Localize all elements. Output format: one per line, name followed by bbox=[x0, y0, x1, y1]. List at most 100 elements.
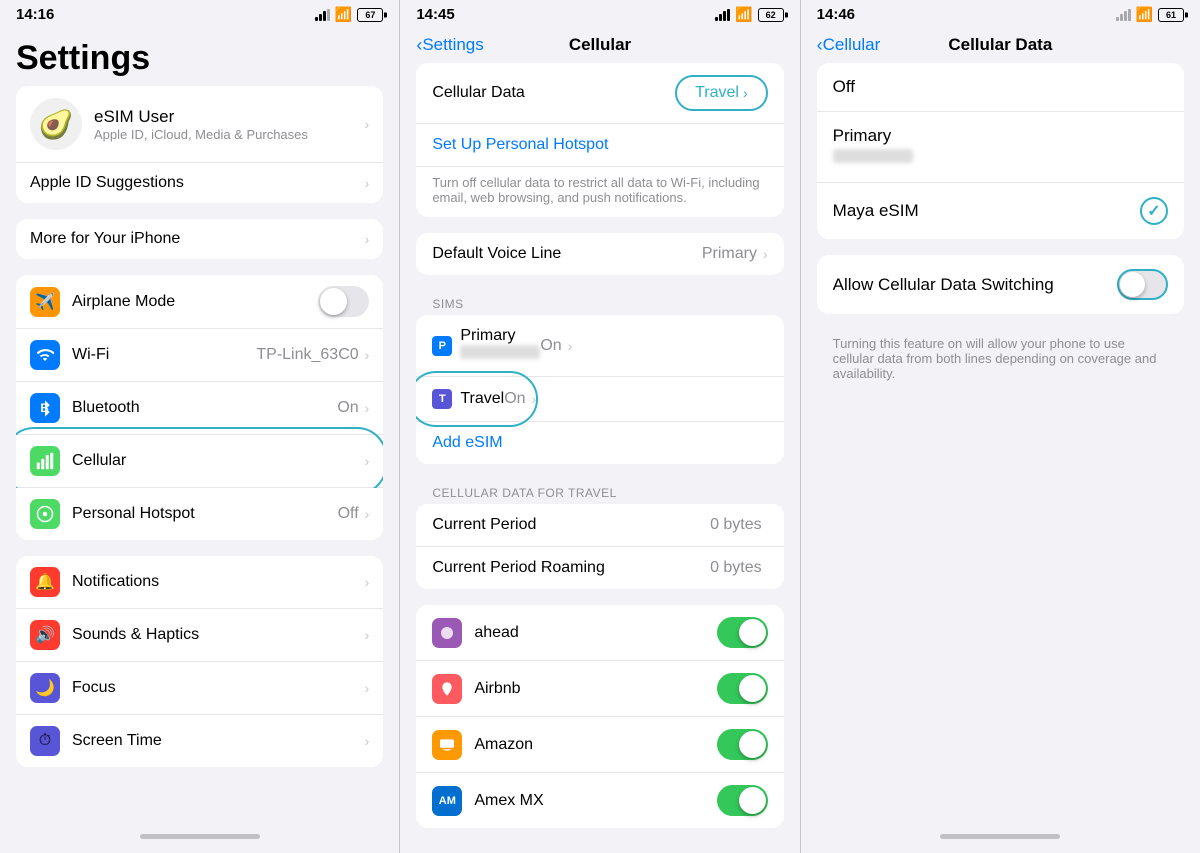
app-airbnb-item[interactable]: Airbnb bbox=[416, 661, 783, 717]
travel-button[interactable]: Travel › bbox=[675, 75, 768, 111]
allow-switching-toggle[interactable] bbox=[1117, 269, 1168, 300]
sim-travel-item[interactable]: T Travel On › bbox=[416, 377, 783, 422]
amex-toggle-thumb bbox=[739, 787, 766, 814]
airplane-label: Airplane Mode bbox=[72, 293, 318, 311]
wifi-label: Wi-Fi bbox=[72, 346, 256, 364]
settings-panel: 14:16 📶 67 Settings 🥑 eSIM User Apple ID… bbox=[0, 0, 399, 853]
screen-time-item[interactable]: ⏱ Screen Time › bbox=[16, 715, 383, 767]
sim-primary-item[interactable]: P Primary On › bbox=[416, 315, 783, 377]
add-esim-label: Add eSIM bbox=[432, 434, 502, 452]
amazon-toggle[interactable] bbox=[717, 729, 768, 760]
amazon-icon bbox=[432, 730, 462, 760]
focus-label: Focus bbox=[72, 679, 365, 697]
airplane-toggle-thumb bbox=[320, 288, 347, 315]
cellular-data-panel: 14:46 📶 61 ‹ Cellular Cellular Data Off bbox=[800, 0, 1200, 853]
cellular-label: Cellular bbox=[72, 452, 365, 470]
travel-data-header: CELLULAR DATA FOR TRAVEL bbox=[416, 480, 783, 504]
current-period-roaming-item: Current Period Roaming 0 bytes bbox=[416, 547, 783, 589]
battery-p2: 62 bbox=[758, 8, 784, 22]
app-ahead-item[interactable]: ahead bbox=[416, 605, 783, 661]
option-off-item[interactable]: Off bbox=[817, 63, 1184, 112]
setup-hotspot-label: Set Up Personal Hotspot bbox=[432, 136, 608, 154]
time-p3: 14:46 bbox=[817, 6, 855, 23]
more-iphone-item[interactable]: More for Your iPhone › bbox=[16, 219, 383, 259]
default-voice-label: Default Voice Line bbox=[432, 245, 702, 263]
screen-time-icon: ⏱ bbox=[30, 726, 60, 756]
cellular-data-item[interactable]: Cellular Data Travel › bbox=[416, 63, 783, 124]
personal-hotspot-item[interactable]: Personal Hotspot Off › bbox=[16, 488, 383, 540]
travel-data-section: Current Period 0 bytes Current Period Ro… bbox=[416, 504, 783, 589]
add-esim-item[interactable]: Add eSIM bbox=[416, 422, 783, 464]
battery-p3: 61 bbox=[1158, 8, 1184, 22]
home-indicator-p3 bbox=[940, 834, 1060, 839]
app-amex-item[interactable]: AM Amex MX bbox=[416, 773, 783, 828]
current-period-value: 0 bytes bbox=[710, 516, 762, 534]
option-primary-item[interactable]: Primary bbox=[817, 112, 1184, 183]
apple-id-suggestions[interactable]: Apple ID Suggestions › bbox=[16, 163, 383, 203]
back-button-p2[interactable]: ‹ Settings bbox=[416, 35, 483, 56]
sim-primary-value: On bbox=[540, 337, 561, 355]
sims-section: P Primary On › T Travel On › bbox=[416, 315, 783, 464]
allow-switching-item[interactable]: Allow Cellular Data Switching bbox=[817, 255, 1184, 314]
focus-item[interactable]: 🌙 Focus › bbox=[16, 662, 383, 715]
screen-time-chevron: › bbox=[365, 733, 370, 749]
airbnb-icon bbox=[432, 674, 462, 704]
wifi-item[interactable]: Wi-Fi TP-Link_63C0 › bbox=[16, 329, 383, 382]
current-period-roaming-label: Current Period Roaming bbox=[432, 559, 710, 577]
default-voice-item[interactable]: Default Voice Line Primary › bbox=[416, 233, 783, 275]
allow-switching-description: Turning this feature on will allow your … bbox=[817, 330, 1184, 393]
current-period-item: Current Period 0 bytes bbox=[416, 504, 783, 547]
cellular-data-content: Off Primary Maya eSIM ✓ Allow Cellular D… bbox=[801, 63, 1200, 834]
status-bar-p1: 14:16 📶 67 bbox=[0, 0, 399, 27]
cellular-chevron: › bbox=[365, 453, 370, 469]
sim-travel-chevron: › bbox=[532, 391, 537, 407]
sounds-chevron: › bbox=[365, 627, 370, 643]
nav-title-p2: Cellular bbox=[569, 35, 631, 55]
back-button-p3[interactable]: ‹ Cellular bbox=[817, 35, 881, 56]
profile-subtitle: Apple ID, iCloud, Media & Purchases bbox=[94, 127, 365, 142]
allow-switching-section: Allow Cellular Data Switching bbox=[817, 255, 1184, 314]
sim-primary-badge: P bbox=[432, 336, 452, 356]
profile-info: eSIM User Apple ID, iCloud, Media & Purc… bbox=[94, 107, 365, 142]
notifications-chevron: › bbox=[365, 574, 370, 590]
sounds-icon: 🔊 bbox=[30, 620, 60, 650]
hotspot-label: Personal Hotspot bbox=[72, 505, 338, 523]
bluetooth-label: Bluetooth bbox=[72, 399, 337, 417]
screen-time-label: Screen Time bbox=[72, 732, 365, 750]
current-period-label: Current Period bbox=[432, 516, 710, 534]
home-indicator-p1 bbox=[140, 834, 260, 839]
more-iphone-section: More for Your iPhone › bbox=[16, 219, 383, 259]
notifications-label: Notifications bbox=[72, 573, 365, 591]
back-label-p2: Settings bbox=[422, 35, 483, 55]
hotspot-value: Off bbox=[338, 505, 359, 523]
signal-bars-p2 bbox=[715, 9, 730, 21]
hotspot-chevron: › bbox=[365, 506, 370, 522]
cellular-item[interactable]: Cellular › bbox=[16, 435, 383, 488]
wifi-icon-p2: 📶 bbox=[735, 6, 752, 23]
airbnb-toggle[interactable] bbox=[717, 673, 768, 704]
bluetooth-item[interactable]: B Bluetooth On › bbox=[16, 382, 383, 435]
focus-icon: 🌙 bbox=[30, 673, 60, 703]
cellular-data-label: Cellular Data bbox=[432, 84, 675, 102]
signal-bars-p1 bbox=[315, 9, 330, 21]
status-icons-p1: 📶 67 bbox=[315, 6, 383, 23]
profile-section: 🥑 eSIM User Apple ID, iCloud, Media & Pu… bbox=[16, 86, 383, 203]
profile-row[interactable]: 🥑 eSIM User Apple ID, iCloud, Media & Pu… bbox=[16, 86, 383, 163]
airplane-mode-item[interactable]: ✈️ Airplane Mode bbox=[16, 275, 383, 329]
settings-list: 🥑 eSIM User Apple ID, iCloud, Media & Pu… bbox=[0, 86, 399, 783]
sims-header: SIMs bbox=[416, 291, 783, 315]
notifications-item[interactable]: 🔔 Notifications › bbox=[16, 556, 383, 609]
airbnb-toggle-thumb bbox=[739, 675, 766, 702]
sounds-haptics-item[interactable]: 🔊 Sounds & Haptics › bbox=[16, 609, 383, 662]
focus-chevron: › bbox=[365, 680, 370, 696]
amex-icon: AM bbox=[432, 786, 462, 816]
travel-chevron: › bbox=[743, 85, 748, 101]
airbnb-label: Airbnb bbox=[474, 680, 716, 698]
option-maya-item[interactable]: Maya eSIM ✓ bbox=[817, 183, 1184, 239]
setup-hotspot-item[interactable]: Set Up Personal Hotspot bbox=[416, 124, 783, 167]
airplane-toggle[interactable] bbox=[318, 286, 369, 317]
ahead-toggle[interactable] bbox=[717, 617, 768, 648]
cellular-content: Cellular Data Travel › Set Up Personal H… bbox=[400, 63, 799, 853]
app-amazon-item[interactable]: Amazon bbox=[416, 717, 783, 773]
amex-toggle[interactable] bbox=[717, 785, 768, 816]
